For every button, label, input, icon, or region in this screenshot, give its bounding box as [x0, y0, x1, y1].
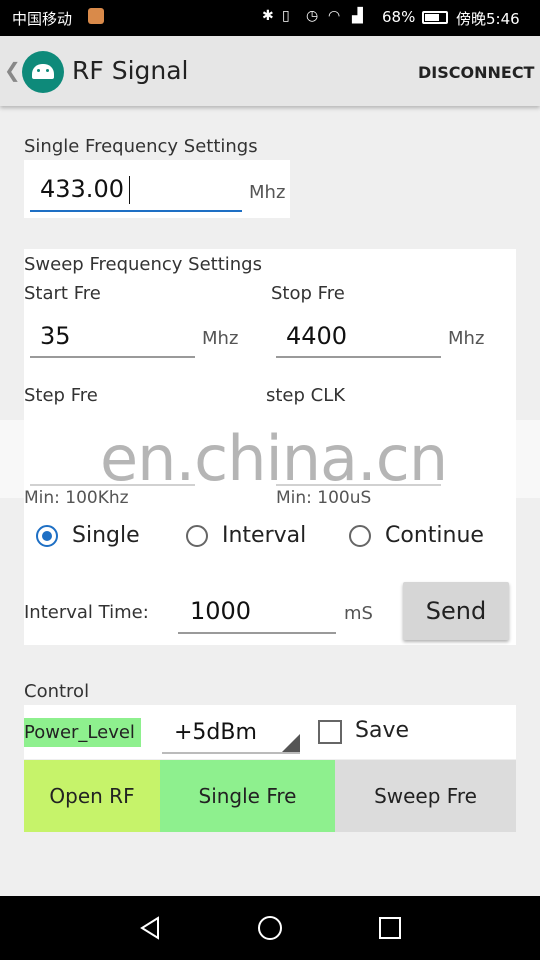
radio-single-label: Single: [72, 523, 140, 548]
single-freq-value: 433.00: [40, 175, 124, 203]
app-bar: ❮ RF Signal DISCONNECT: [0, 36, 540, 106]
power-level-label: Power_Level: [24, 718, 141, 747]
battery-icon: [422, 11, 448, 24]
step-clk-min: Min: 100uS: [276, 488, 372, 508]
start-fre-value: 35: [40, 322, 71, 350]
text-cursor: [129, 176, 130, 204]
recents-icon[interactable]: [378, 916, 402, 940]
radio-continue-label: Continue: [385, 523, 484, 548]
radio-single[interactable]: Single: [34, 522, 164, 552]
carrier-text: 中国移动: [12, 10, 73, 28]
signal-icon: ▟: [352, 8, 363, 24]
stop-fre-unit: Mhz: [448, 328, 485, 349]
disconnect-button[interactable]: DISCONNECT: [418, 63, 534, 82]
save-label: Save: [355, 718, 410, 743]
wifi-icon: ◠: [328, 8, 341, 24]
step-fre-min: Min: 100Khz: [24, 488, 129, 508]
dropdown-triangle-icon: [282, 734, 300, 752]
single-freq-unit: Mhz: [249, 182, 286, 203]
back-chevron-icon[interactable]: ❮: [4, 58, 21, 82]
open-rf-button[interactable]: Open RF: [24, 760, 160, 832]
page-title: RF Signal: [72, 56, 189, 85]
radio-interval[interactable]: Interval: [184, 522, 324, 552]
radio-interval-label: Interval: [222, 523, 307, 548]
android-logo-icon[interactable]: [22, 51, 64, 93]
single-freq-input[interactable]: 433.00: [30, 170, 242, 212]
power-level-dropdown[interactable]: +5dBm: [162, 712, 300, 754]
send-button[interactable]: Send: [403, 582, 509, 640]
interval-time-input[interactable]: 1000: [178, 594, 336, 634]
watermark-text: en.china.cn: [100, 422, 448, 495]
sweep-heading: Sweep Frequency Settings: [24, 254, 262, 275]
power-level-value: +5dBm: [174, 720, 257, 745]
start-fre-label: Start Fre: [24, 283, 101, 304]
radio-single-indicator[interactable]: [36, 525, 58, 547]
home-icon[interactable]: [257, 915, 283, 941]
radio-continue[interactable]: Continue: [347, 522, 507, 552]
status-bar: 中国移动 ✱ ▯ ◷ ◠ ▟ 68% 傍晚5:46: [0, 0, 540, 36]
interval-time-value: 1000: [190, 597, 252, 625]
sweep-fre-button[interactable]: Sweep Fre: [335, 760, 516, 832]
vibrate-icon: ▯: [282, 8, 290, 24]
app-notification-icon: [88, 8, 104, 24]
clock-text: 傍晚5:46: [456, 10, 520, 28]
single-freq-heading: Single Frequency Settings: [24, 136, 258, 157]
bluetooth-icon: ✱: [262, 8, 274, 24]
control-heading: Control: [24, 681, 90, 702]
save-checkbox[interactable]: [318, 720, 342, 744]
radio-interval-indicator[interactable]: [186, 525, 208, 547]
alarm-icon: ◷: [306, 8, 319, 24]
interval-time-label: Interval Time:: [24, 602, 149, 623]
stop-fre-label: Stop Fre: [271, 283, 345, 304]
stop-fre-value: 4400: [286, 322, 348, 350]
radio-continue-indicator[interactable]: [349, 525, 371, 547]
step-clk-label: step CLK: [266, 385, 346, 406]
step-fre-label: Step Fre: [24, 385, 98, 406]
back-icon[interactable]: [138, 916, 162, 940]
navigation-bar: [0, 896, 540, 960]
start-fre-input[interactable]: 35: [30, 318, 195, 358]
stop-fre-input[interactable]: 4400: [276, 318, 441, 358]
interval-unit: mS: [344, 603, 373, 624]
battery-percent: 68%: [382, 8, 416, 26]
single-freq-box: 433.00 Mhz: [24, 160, 290, 218]
start-fre-unit: Mhz: [202, 328, 239, 349]
single-fre-button[interactable]: Single Fre: [160, 760, 335, 832]
